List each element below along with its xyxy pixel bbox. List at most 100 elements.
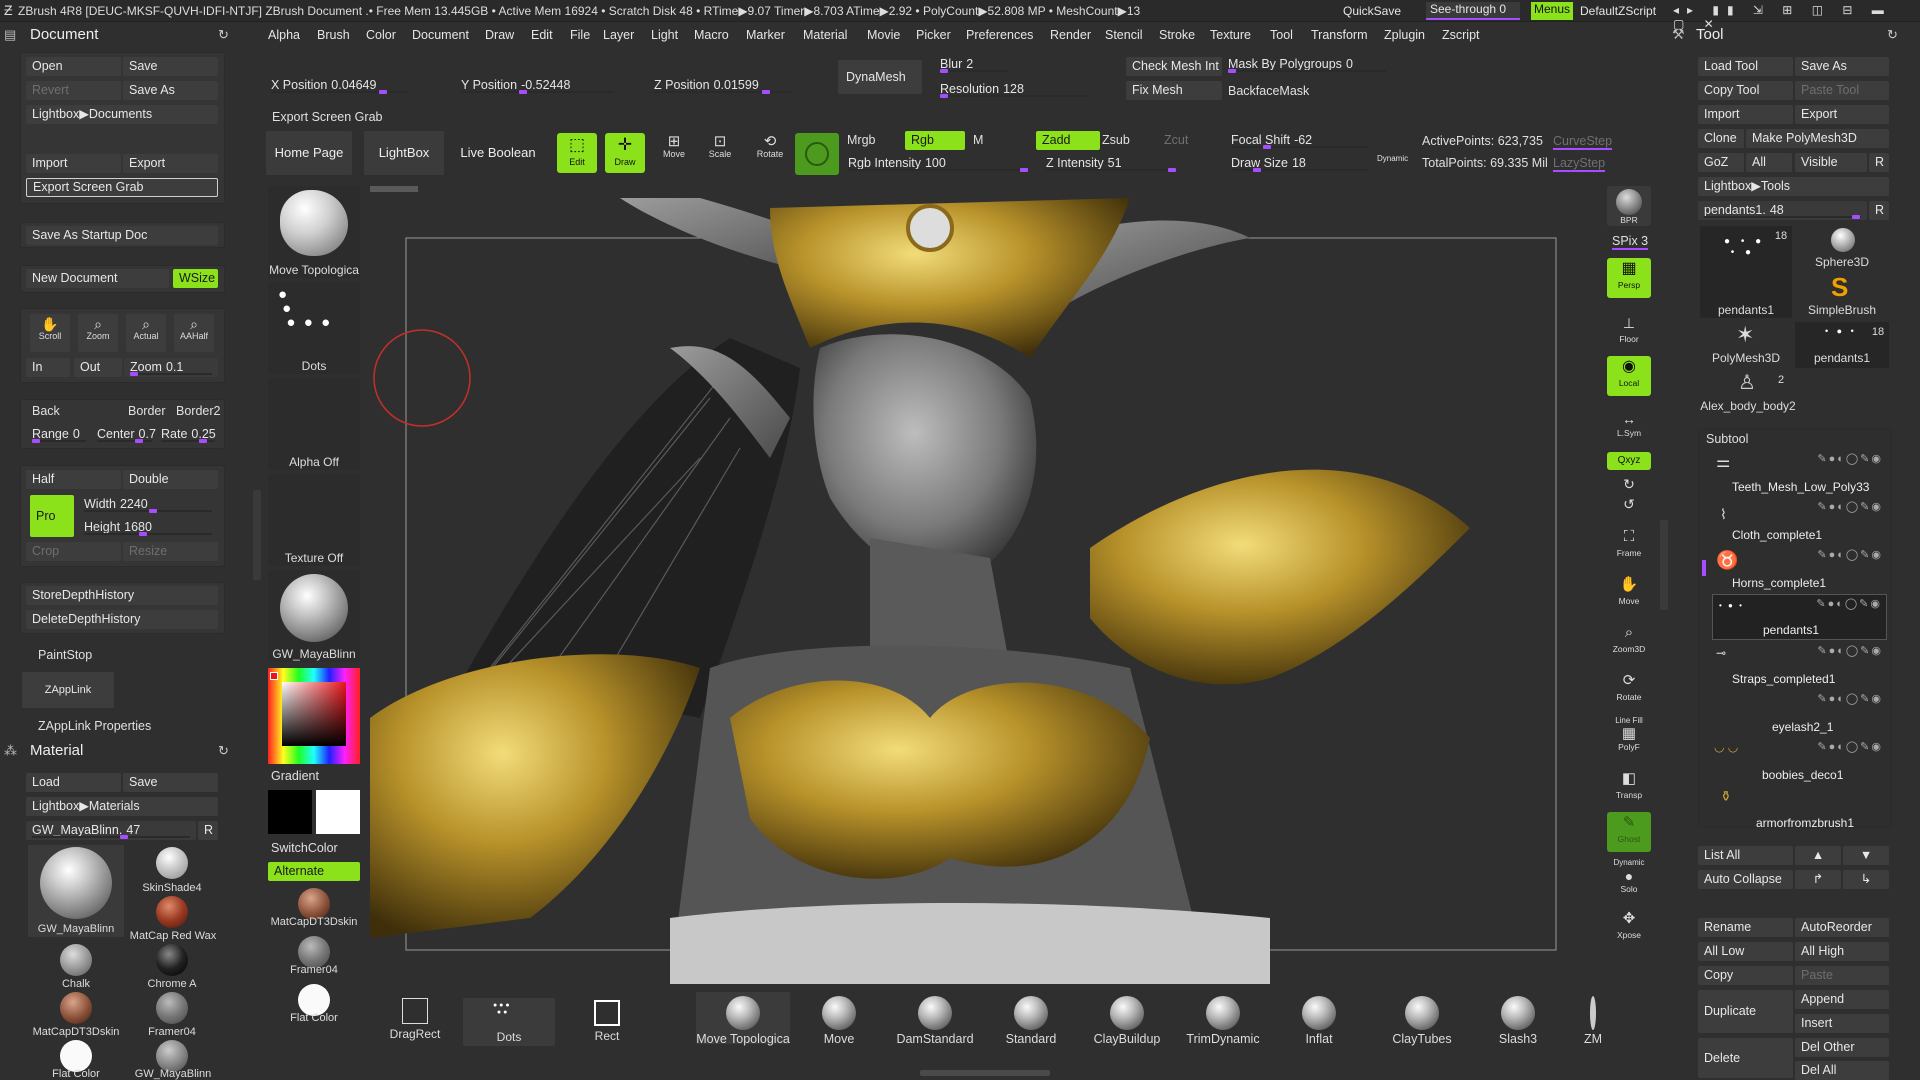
goz-visible-button[interactable]: Visible [1795, 153, 1867, 172]
zapplink-properties-label[interactable]: ZAppLink Properties [38, 719, 151, 733]
tool-thumb-pendants1[interactable]: ● • ● • ● 18 pendants1 [1700, 226, 1792, 318]
lightbox-documents-button[interactable]: Lightbox▶Documents [26, 105, 218, 124]
chalk-thumb[interactable] [60, 944, 92, 976]
tool-export-button[interactable]: Export [1795, 105, 1889, 124]
brush-thumb-button[interactable]: Move Topologica [268, 186, 360, 278]
solo-button[interactable]: Dynamic ● Solo [1607, 858, 1651, 898]
subtool-controls-icon[interactable]: ✎●◐◯✎◉ [1816, 597, 1882, 610]
backface-mask-label[interactable]: BackfaceMask [1228, 84, 1309, 98]
brush-claybuildup[interactable]: ClayBuildup [1087, 992, 1167, 1046]
open-button[interactable]: Open [26, 57, 121, 76]
matcapdt3dskin-thumb[interactable] [60, 992, 92, 1024]
rotate-axis2-icon[interactable]: ↺ [1617, 497, 1641, 511]
subtool-controls-icon[interactable]: ✎●◐◯✎◉ [1817, 692, 1883, 705]
clone-button[interactable]: Clone [1698, 129, 1744, 148]
subtool-row[interactable]: ◡ ◡ ✎●◐◯✎◉ boobies_deco1 [1712, 738, 1887, 784]
secondary-color-swatch[interactable] [316, 790, 360, 834]
tool-thumb-simplebrush[interactable]: S SimpleBrush [1795, 272, 1889, 320]
subtool-row-selected[interactable]: • ● • ✎●◐◯✎◉ pendants1 [1712, 594, 1887, 640]
delete-button[interactable]: Delete [1698, 1038, 1793, 1078]
resolution-slider[interactable]: Resolution 128 [934, 80, 1094, 99]
zsub-button[interactable]: Zsub [1102, 133, 1130, 147]
menu-stroke[interactable]: Stroke [1159, 28, 1195, 42]
height-slider[interactable]: Height 1680 [78, 518, 218, 537]
border2-label[interactable]: Border2 [176, 404, 220, 418]
dragrect-stroke-button[interactable]: DragRect [388, 998, 442, 1041]
new-document-button[interactable]: New Document [26, 269, 169, 288]
insert-button[interactable]: Insert [1795, 1014, 1889, 1033]
default-zscript-button[interactable]: DefaultZScript [1580, 4, 1656, 18]
range-slider[interactable]: Range 0 [26, 425, 92, 444]
canvas-viewport[interactable] [370, 198, 1606, 984]
xyz-button[interactable]: Qxyz [1607, 452, 1651, 470]
list-all-button[interactable]: List All [1698, 846, 1793, 865]
subtool-paste-button[interactable]: Paste [1795, 966, 1889, 985]
menu-light[interactable]: Light [651, 28, 678, 42]
menu-preferences[interactable]: Preferences [966, 28, 1033, 42]
blur-slider[interactable]: Blur 2 [934, 55, 1014, 74]
y-position-slider[interactable]: Y Position -0.52448 [455, 76, 620, 95]
dots-stroke-button[interactable]: ● ● ● ● ● Dots [463, 998, 555, 1046]
make-polymesh3d-button[interactable]: Make PolyMesh3D [1746, 129, 1889, 148]
menu-material[interactable]: Material [803, 28, 847, 42]
right-tray-handle[interactable] [1660, 520, 1668, 610]
menu-macro[interactable]: Macro [694, 28, 729, 42]
material-thumb-button[interactable]: GW_MayaBlinn [268, 570, 360, 662]
menu-stencil[interactable]: Stencil [1105, 28, 1143, 42]
texture-thumb-button[interactable]: Texture Off [268, 474, 360, 566]
brush-move-topological[interactable]: Move Topologica [696, 992, 790, 1046]
draw-size-slider[interactable]: Draw Size 18 [1225, 154, 1375, 173]
tool-thumb-alex-body[interactable]: ♙ 2 Alex_body_body2 [1700, 370, 1795, 416]
zapplink-button[interactable]: ZAppLink [22, 672, 114, 708]
load-tool-button[interactable]: Load Tool [1698, 57, 1793, 76]
skinshade-thumb[interactable] [156, 847, 188, 879]
collapse-up-button[interactable]: ↱ [1795, 870, 1841, 889]
subtool-controls-icon[interactable]: ✎●◐◯✎◉ [1817, 548, 1883, 561]
menu-picker[interactable]: Picker [916, 28, 951, 42]
menu-brush[interactable]: Brush [317, 28, 350, 42]
z-position-slider[interactable]: Z Position 0.01599 [648, 76, 798, 95]
menu-layer[interactable]: Layer [603, 28, 634, 42]
half-button[interactable]: Half [26, 470, 121, 489]
move-up-button[interactable]: ▲ [1795, 846, 1841, 865]
floor-button[interactable]: ⊥ Floor [1607, 312, 1651, 352]
rotate-axis-icon[interactable]: ↻ [1617, 477, 1641, 491]
brush-zmodeler[interactable]: ZM [1580, 992, 1606, 1044]
tool-refresh-icon[interactable]: ↻ [1887, 27, 1898, 43]
alpha-thumb-button[interactable]: Alpha Off [268, 378, 360, 470]
scroll-button[interactable]: ✋ Scroll [30, 314, 70, 352]
document-panel-title[interactable]: Document [30, 26, 98, 43]
menu-document[interactable]: Document [412, 28, 469, 42]
resize-button[interactable]: Resize [123, 542, 218, 561]
brush-slash3[interactable]: Slash3 [1478, 992, 1558, 1046]
lightbox-materials-button[interactable]: Lightbox▶Materials [26, 797, 218, 816]
edit-mode-button[interactable]: ⬚ Edit [557, 133, 597, 173]
dynamesh-button[interactable]: DynaMesh [838, 60, 922, 94]
menu-alpha[interactable]: Alpha [268, 28, 300, 42]
subtool-row[interactable]: ⚱ armorfromzbrush1 [1712, 786, 1887, 832]
main-color-swatch[interactable] [268, 790, 312, 834]
del-all-button[interactable]: Del All [1795, 1061, 1889, 1080]
lsym-button[interactable]: ↔ L.Sym [1607, 410, 1651, 450]
append-button[interactable]: Append [1795, 990, 1889, 1009]
material-selector-slider[interactable]: GW_MayaBlinn. 47 [26, 821, 196, 840]
switch-color-button[interactable]: SwitchColor [271, 841, 338, 855]
back-label[interactable]: Back [32, 404, 60, 418]
material-refresh-icon[interactable]: ↻ [218, 743, 229, 759]
menu-zscript[interactable]: Zscript [1442, 28, 1480, 42]
all-low-button[interactable]: All Low [1698, 942, 1793, 961]
material-panel-title[interactable]: Material [30, 742, 83, 759]
brush-move[interactable]: Move [800, 992, 878, 1046]
crop-button[interactable]: Crop [26, 542, 121, 561]
save-startup-doc-button[interactable]: Save As Startup Doc [26, 226, 218, 245]
bottom-tray-handle[interactable] [920, 1070, 1050, 1076]
menu-file[interactable]: File [570, 28, 590, 42]
live-boolean-button[interactable]: Live Boolean [456, 131, 540, 175]
save-button[interactable]: Save [123, 57, 218, 76]
goz-button[interactable]: GoZ [1698, 153, 1744, 172]
rate-slider[interactable]: Rate 0.25 [155, 425, 221, 444]
collapse-down-button[interactable]: ↳ [1843, 870, 1889, 889]
paste-tool-button[interactable]: Paste Tool [1795, 81, 1889, 100]
menu-marker[interactable]: Marker [746, 28, 785, 42]
center-slider[interactable]: Center 0.7 [91, 425, 158, 444]
